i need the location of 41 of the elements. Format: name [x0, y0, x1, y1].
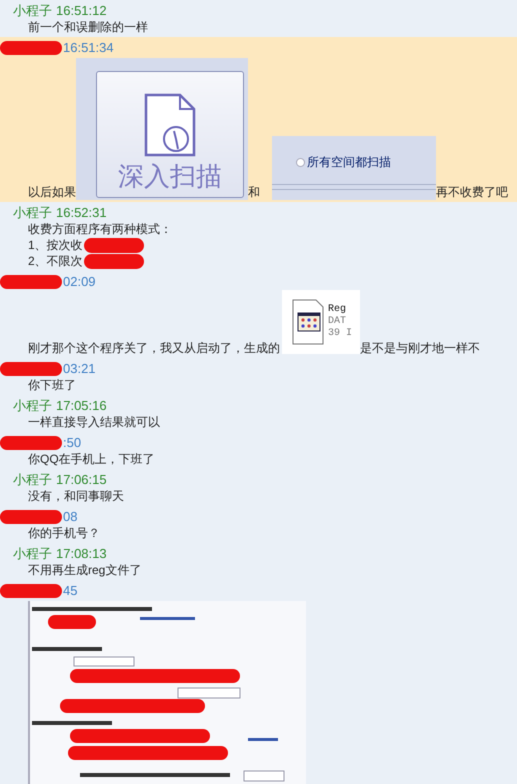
message-text: 是不是与刚才地一样不	[360, 340, 480, 356]
message-time: 16:51:12	[56, 2, 107, 20]
message-time: 03:21	[63, 360, 96, 378]
message-text: 刚才那个这个程序关了，我又从启动了，生成的	[28, 340, 280, 356]
message-time: 08	[63, 508, 78, 526]
sender-name: 小程子	[13, 545, 52, 564]
redaction-mark	[84, 254, 144, 269]
message-time: 02:09	[63, 273, 96, 292]
file-type: DAT	[328, 316, 348, 328]
message-text: 没有，和同事聊天	[28, 488, 124, 504]
file-size: 39 I	[328, 328, 352, 340]
message-text: 一样直接导入结果就可以	[28, 414, 160, 430]
message-time: 16:52:31	[56, 204, 107, 222]
message-text: 1、按次收	[28, 237, 83, 253]
message-time: 16:51:34	[63, 39, 114, 58]
radio-button[interactable]	[296, 158, 305, 166]
file-name: Reg	[328, 304, 348, 316]
message-time: 17:05:16	[56, 397, 107, 416]
message-time: :50	[63, 434, 82, 452]
message-text: 你的手机号？	[28, 525, 100, 541]
sender-name: 小程子	[13, 204, 52, 222]
message-text: 2、不限次	[28, 253, 83, 269]
radio-option[interactable]: 所有空间都扫描	[296, 154, 436, 170]
message-text: 以后如果	[28, 184, 76, 200]
message-text: 收费方面程序有两种模式：	[28, 221, 172, 237]
sender-name: 小程子	[13, 2, 52, 20]
message-time: 17:08:13	[56, 545, 107, 564]
sender-name: 小程子	[13, 397, 52, 416]
message-text: 再不收费了吧	[436, 184, 508, 200]
message-text: 前一个和误删除的一样	[28, 19, 148, 35]
message-time: 45	[63, 582, 78, 600]
spreadsheet-file-icon	[292, 299, 324, 345]
message-text: 你下班了	[28, 377, 76, 393]
message-text: 不用再生成reg文件了	[28, 562, 142, 578]
file-thumbnail[interactable]: Reg DAT 39 I	[282, 290, 360, 354]
message-text: 和	[248, 184, 260, 200]
message-text: 你QQ在手机上，下班了	[28, 451, 155, 467]
sender-name: 小程子	[13, 471, 52, 490]
redaction-mark	[84, 238, 144, 253]
document-clock-icon	[144, 93, 196, 157]
message-time: 17:06:15	[56, 471, 107, 490]
